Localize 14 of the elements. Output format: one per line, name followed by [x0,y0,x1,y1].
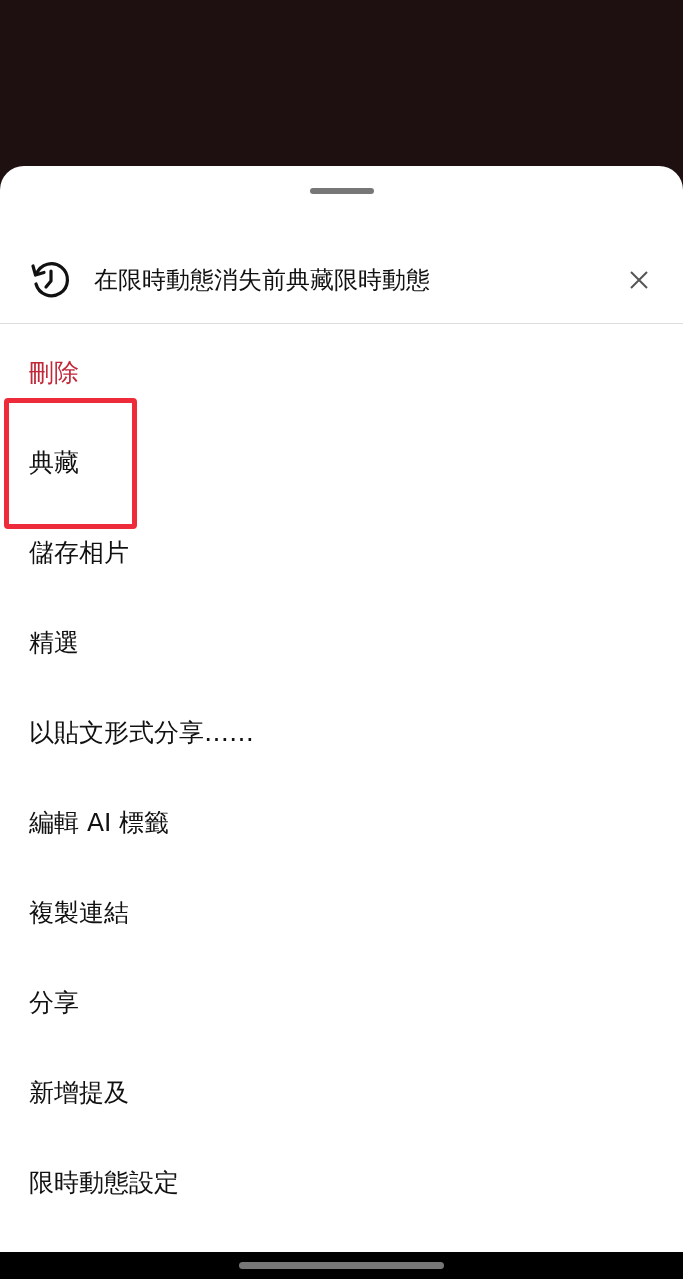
menu-item[interactable]: 以貼文形式分享…… [29,715,254,749]
menu-item[interactable]: 新增提及 [29,1075,129,1109]
menu-item[interactable]: 刪除 [29,355,79,389]
menu-item[interactable]: 分享 [29,985,79,1019]
menu-item[interactable]: 精選 [29,625,79,659]
history-icon [30,260,70,300]
menu-item[interactable]: 典藏 [29,445,79,479]
sheet-title: 在限時動態消失前典藏限時動態 [94,265,431,296]
menu-item[interactable]: 限時動態設定 [29,1165,179,1199]
menu-item[interactable]: 編輯 AI 標籤 [29,805,170,839]
drag-handle[interactable] [309,188,374,194]
menu-item[interactable]: 複製連結 [29,895,129,929]
menu-item[interactable]: 儲存相片 [29,535,129,569]
close-icon[interactable] [629,270,649,290]
